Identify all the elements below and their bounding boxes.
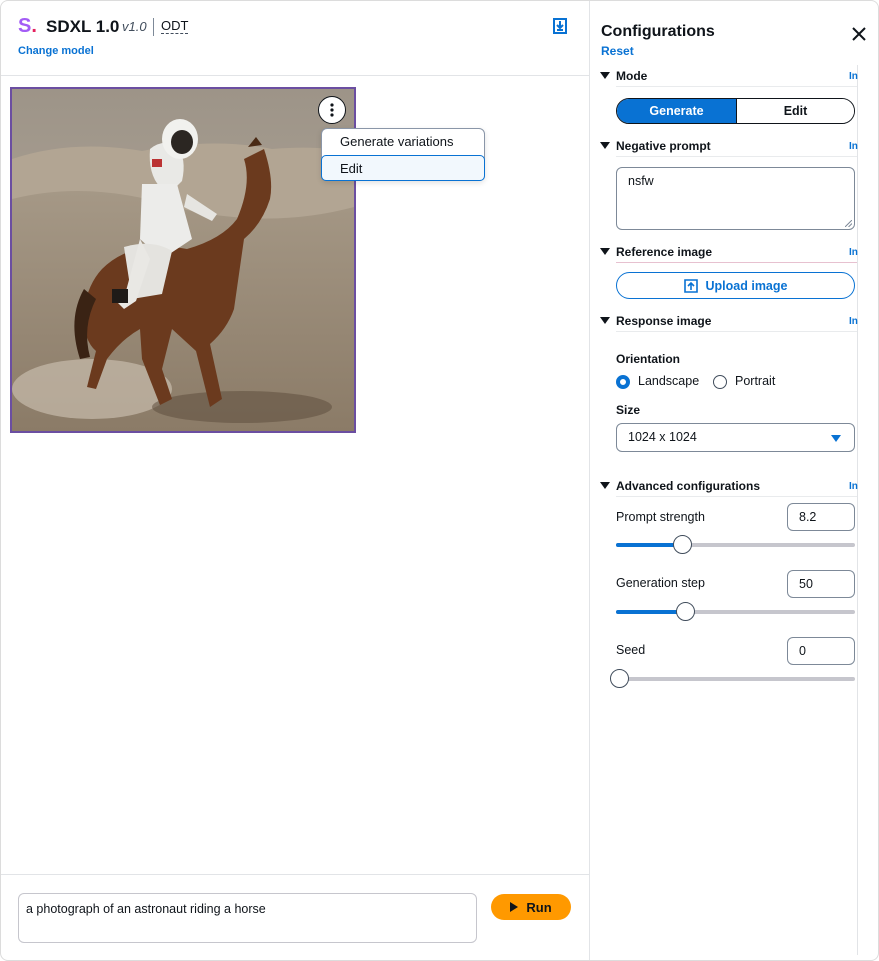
landscape-radio[interactable] xyxy=(616,375,630,389)
slider-fill xyxy=(616,610,686,614)
info-link[interactable]: In xyxy=(849,71,858,82)
configurations-title: Configurations xyxy=(601,23,715,40)
section-divider xyxy=(616,156,857,157)
portrait-radio[interactable] xyxy=(713,375,727,389)
model-name: SDXL 1.0 xyxy=(46,17,120,36)
change-model-link[interactable]: Change model xyxy=(18,45,94,57)
section-divider xyxy=(616,86,857,87)
model-tag[interactable]: ODT xyxy=(161,19,189,34)
image-actions-menu: Generate variations Edit xyxy=(321,128,485,181)
generation-step-input[interactable]: 50 xyxy=(787,570,855,598)
caret-down-icon xyxy=(831,435,841,442)
seed-slider[interactable] xyxy=(610,669,855,688)
mode-edit-button[interactable]: Edit xyxy=(737,99,854,123)
caret-down-icon xyxy=(600,317,610,324)
configurations-panel: Configurations Reset Mode In Negative pr… xyxy=(589,1,878,960)
resize-handle-icon[interactable] xyxy=(845,220,852,227)
image-actions-button[interactable] xyxy=(318,96,346,124)
section-divider xyxy=(616,331,857,332)
close-icon[interactable] xyxy=(851,26,867,42)
reset-link[interactable]: Reset xyxy=(601,44,634,58)
model-logo: S. xyxy=(18,15,37,37)
run-button[interactable]: Run xyxy=(491,894,571,920)
upload-image-button[interactable]: Upload image xyxy=(616,272,855,299)
section-response-image[interactable]: Response image In xyxy=(600,313,858,332)
info-link[interactable]: In xyxy=(849,141,858,152)
section-reference-image[interactable]: Reference image In xyxy=(600,244,858,263)
run-label: Run xyxy=(526,899,552,915)
divider xyxy=(153,18,154,36)
section-divider xyxy=(616,496,857,497)
caret-down-icon xyxy=(600,482,610,489)
play-icon xyxy=(510,902,519,912)
section-negative-prompt[interactable]: Negative prompt In xyxy=(600,138,858,157)
download-icon[interactable] xyxy=(552,18,568,34)
astronaut-horse-image xyxy=(12,89,354,431)
orientation-label: Orientation xyxy=(616,352,681,366)
generated-image[interactable] xyxy=(10,87,356,433)
generation-step-slider[interactable] xyxy=(616,602,855,621)
section-label: Reference image xyxy=(616,245,713,259)
mode-generate-button[interactable]: Generate xyxy=(617,99,737,123)
prompt-input[interactable]: a photograph of an astronaut riding a ho… xyxy=(18,893,477,943)
negative-prompt-text: nsfw xyxy=(628,174,654,188)
more-vertical-icon xyxy=(330,103,334,117)
section-label: Response image xyxy=(616,314,712,328)
info-link[interactable]: In xyxy=(849,247,858,258)
menu-item-generate-variations[interactable]: Generate variations xyxy=(322,129,484,155)
section-label: Mode xyxy=(616,69,648,83)
seed-label: Seed xyxy=(616,643,646,657)
portrait-label: Portrait xyxy=(735,374,776,388)
section-label: Advanced configurations xyxy=(616,479,761,493)
section-advanced-configurations[interactable]: Advanced configurations In xyxy=(600,478,858,497)
seed-input[interactable]: 0 xyxy=(787,637,855,665)
size-label: Size xyxy=(616,403,641,417)
info-link[interactable]: In xyxy=(849,316,858,327)
slider-thumb[interactable] xyxy=(610,669,629,688)
model-header: S. SDXL 1.0 v1.0 ODT Change model xyxy=(1,1,589,76)
playground-panel: S. SDXL 1.0 v1.0 ODT Change model Genera… xyxy=(1,1,589,960)
menu-item-edit[interactable]: Edit xyxy=(321,155,485,181)
upload-label: Upload image xyxy=(705,278,788,293)
prompt-strength-input[interactable]: 8.2 xyxy=(787,503,855,531)
prompt-strength-slider[interactable] xyxy=(616,535,855,554)
info-link[interactable]: In xyxy=(849,481,858,492)
section-label: Negative prompt xyxy=(616,139,711,153)
generation-step-label: Generation step xyxy=(616,576,705,590)
size-select[interactable]: 1024 x 1024 xyxy=(616,423,855,452)
prompt-strength-label: Prompt strength xyxy=(616,510,705,524)
section-mode[interactable]: Mode In xyxy=(600,68,858,87)
slider-thumb[interactable] xyxy=(675,602,695,621)
size-value: 1024 x 1024 xyxy=(628,430,697,444)
mode-segmented-control: Generate Edit xyxy=(616,98,855,124)
app-window: S. SDXL 1.0 v1.0 ODT Change model Genera… xyxy=(0,0,879,961)
landscape-label: Landscape xyxy=(638,374,700,388)
upload-icon xyxy=(683,278,698,293)
caret-down-icon xyxy=(600,142,610,149)
negative-prompt-input[interactable]: nsfw xyxy=(616,167,855,230)
caret-down-icon xyxy=(600,248,610,255)
panel-scroll-edge xyxy=(857,65,858,955)
section-divider xyxy=(616,262,857,263)
model-version: v1.0 xyxy=(122,19,147,34)
caret-down-icon xyxy=(600,72,610,79)
